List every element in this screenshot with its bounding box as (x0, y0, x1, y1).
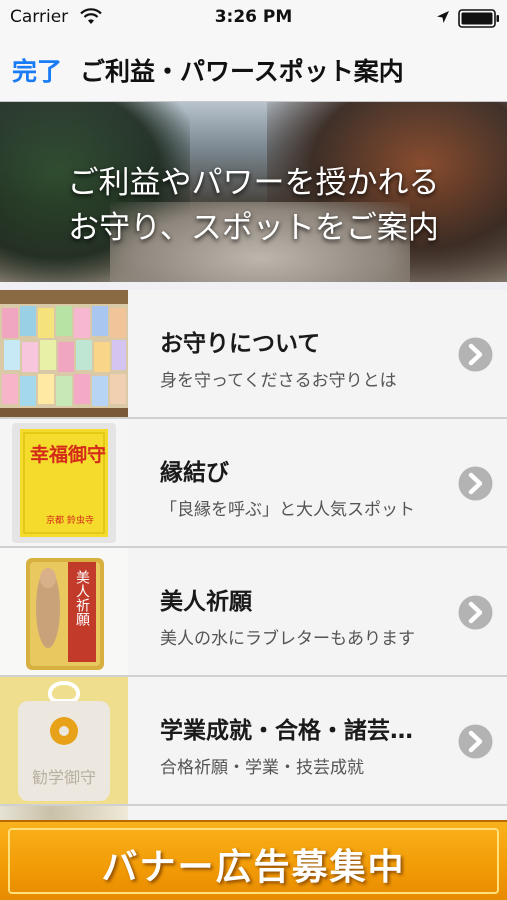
list-item-subtitle: 合格祈願・学業・技芸成就 (160, 758, 364, 778)
list-item-title: お守りについて (160, 331, 321, 357)
hero-caption-line2: お守り、スポットをご案内 (68, 210, 439, 246)
bijin-omamori-photo: 美人祈願 (0, 548, 128, 675)
thumbnail-text: 勧学御守 (32, 768, 96, 787)
status-bar: Carrier 3:26 PM (0, 0, 507, 36)
chevron-right-icon (458, 595, 493, 630)
thumbnail-text: 幸福御守 (30, 443, 106, 466)
page-title: ご利益・パワースポット案内 (80, 57, 404, 86)
svg-text:京都 鈴虫寺: 京都 鈴虫寺 (46, 514, 94, 526)
list-item-subtitle: 美人の水にラブレターもあります (160, 629, 415, 649)
hero-caption-line1: ご利益やパワーを授かれる (67, 165, 440, 201)
thumbnail-text: 美人祈願 (74, 570, 90, 626)
hero-banner: ご利益やパワーを授かれる お守り、スポットをご案内 (0, 102, 507, 282)
ad-banner-label: バナー広告募集中 (101, 847, 406, 888)
omamori-rack-photo (0, 290, 128, 417)
chevron-right-icon (458, 337, 493, 372)
list-item-subtitle: 「良縁を呼ぶ」と大人気スポット (160, 500, 415, 520)
list-item-title: 美人祈願 (160, 589, 252, 615)
kofuku-omamori-photo: 幸福御守 京都 鈴虫寺 (0, 419, 128, 546)
done-button[interactable]: 完了 (12, 52, 62, 88)
list-item-title: 縁結び (160, 460, 229, 486)
list-item-title: 学業成就・合格・諸芸… (160, 718, 413, 744)
chevron-right-icon (458, 466, 493, 501)
ad-banner[interactable]: バナー広告募集中 (0, 820, 507, 900)
list-item-omamori[interactable]: お守りについて 身を守ってくださるお守りとは (0, 290, 507, 419)
navigation-bar: 完了 ご利益・パワースポット案内 (0, 36, 507, 102)
list-item-gakugyo[interactable]: 勧学御守 学業成就・合格・諸芸… 合格祈願・学業・技芸成就 (0, 677, 507, 806)
gakugyo-omamori-photo: 勧学御守 (0, 677, 128, 804)
list-item-enmusubi[interactable]: 幸福御守 京都 鈴虫寺 縁結び 「良縁を呼ぶ」と大人気スポット (0, 419, 507, 548)
clock-time: 3:26 PM (214, 7, 293, 27)
list-item-subtitle: 身を守ってくださるお守りとは (160, 371, 397, 391)
menu-list: お守りについて 身を守ってくださるお守りとは 幸福御守 京都 鈴虫寺 縁結び 「… (0, 290, 507, 806)
location-arrow-icon (437, 11, 449, 23)
battery-icon (458, 9, 499, 28)
list-item-bijin[interactable]: 美人祈願 美人祈願 美人の水にラブレターもあります (0, 548, 507, 677)
chevron-right-icon (458, 724, 493, 759)
